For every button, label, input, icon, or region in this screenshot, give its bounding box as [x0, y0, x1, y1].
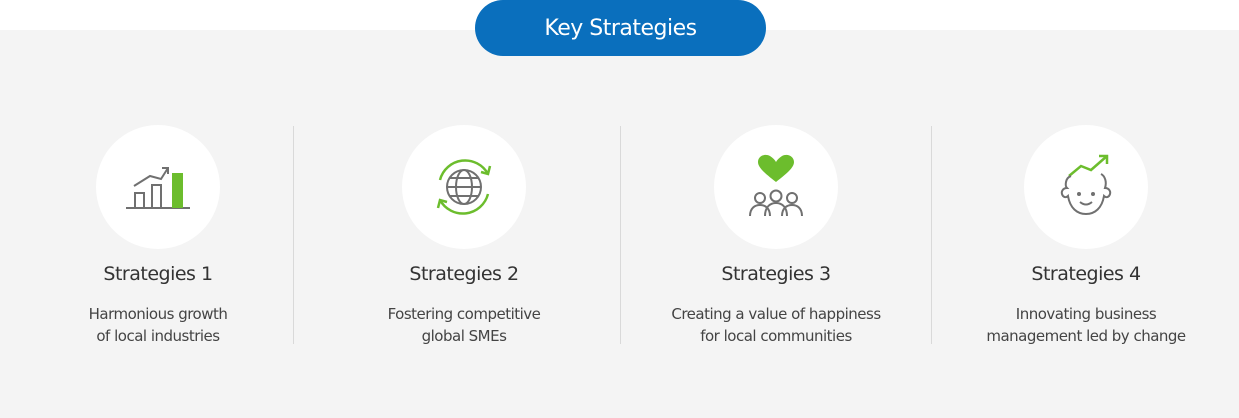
strategy-3-description: Creating a value of happiness for local … [671, 305, 881, 345]
strategy-card-2: Strategies 2 Fostering competitive globa… [309, 125, 619, 355]
strategy-4-description: Innovating business management led by ch… [986, 305, 1186, 345]
strategy-2-title: Strategies 2 [409, 263, 519, 285]
strategy-card-1: Strategies 1 Harmonious growth of local … [3, 125, 313, 355]
strategy-3-icon-circle [714, 125, 838, 249]
strategy-4-icon-circle [1024, 125, 1148, 249]
smiling-face-growth-icon [1060, 154, 1112, 216]
strategy-2-description: Fostering competitive global SMEs [387, 305, 541, 345]
strategy-1-description: Harmonious growth of local industries [88, 305, 228, 345]
strategy-1-icon-circle [96, 125, 220, 249]
strategy-2-icon-circle [402, 125, 526, 249]
strategy-4-title: Strategies 4 [1031, 263, 1141, 285]
bar-chart-growth-icon [126, 167, 190, 209]
strategy-card-4: Strategies 4 Innovating business managem… [931, 125, 1239, 355]
heart-people-icon [749, 154, 803, 217]
strategy-3-title: Strategies 3 [721, 263, 831, 285]
key-strategies-header: Key Strategies [475, 0, 766, 56]
strategy-1-title: Strategies 1 [103, 263, 213, 285]
strategy-card-3: Strategies 3 Creating a value of happine… [621, 125, 931, 355]
globe-cycle-icon [436, 159, 492, 215]
divider-1 [293, 126, 294, 344]
